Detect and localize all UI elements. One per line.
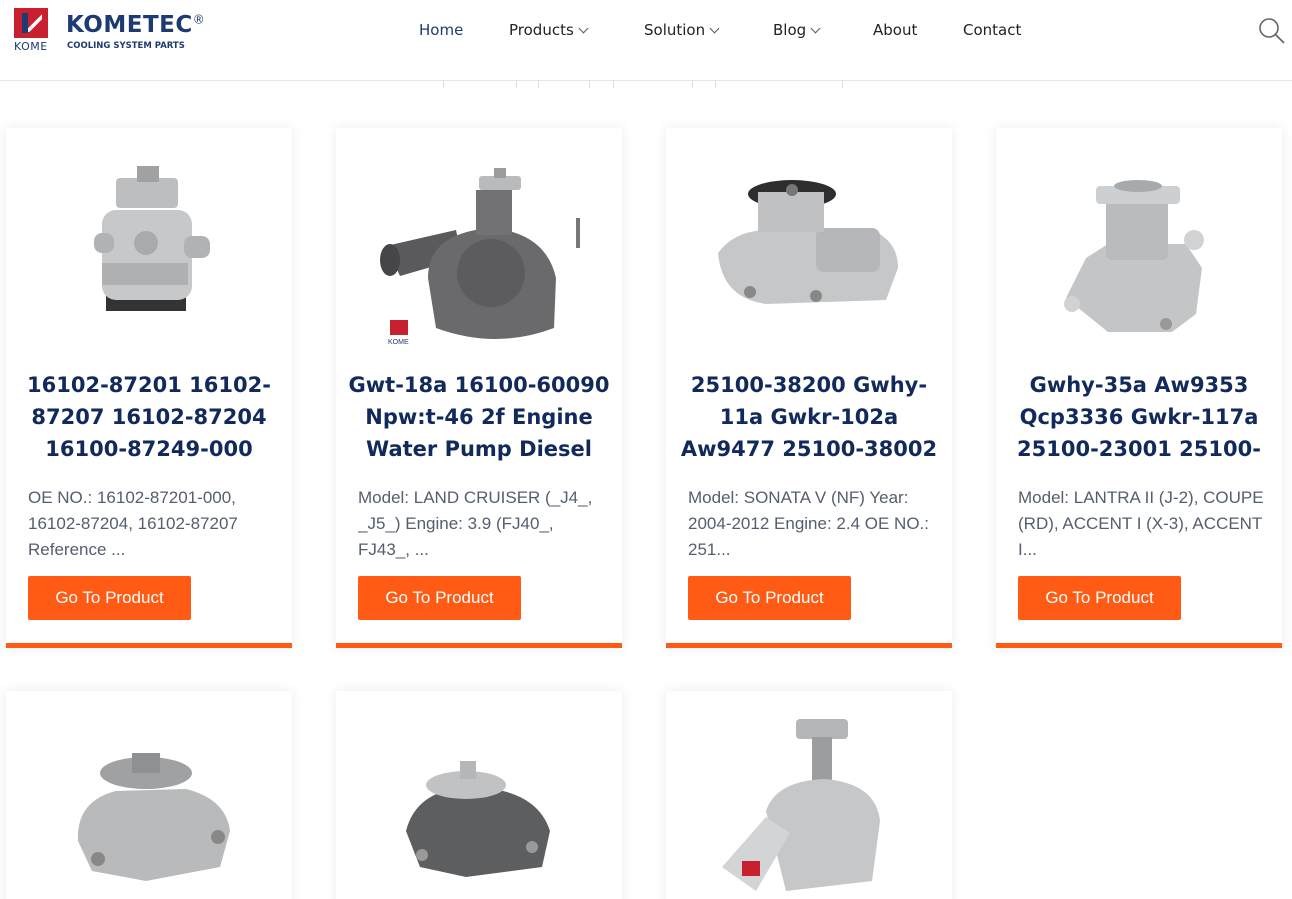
product-card: 16102-87201 16102-87207 16102-87204 1610… xyxy=(6,128,292,648)
product-image[interactable] xyxy=(6,691,292,899)
product-card xyxy=(6,691,292,899)
product-image[interactable] xyxy=(6,128,292,358)
product-description: OE NO.: 16102-87201-000, 16102-87204, 16… xyxy=(28,488,238,559)
nav-blog[interactable]: Blog xyxy=(773,21,821,39)
logo-brand-name: KOMETEC® xyxy=(66,12,206,38)
product-card: Gwhy-35a Aw9353 Qcp3336 Gwkr-117a 25100-… xyxy=(996,128,1282,648)
nav-contact[interactable]: Contact xyxy=(963,21,1021,39)
go-to-product-button[interactable]: Go To Product xyxy=(688,576,851,620)
product-card: 25100-38200 Gwhy-11a Gwkr-102a Aw9477 25… xyxy=(666,128,952,648)
product-title[interactable]: Gwt-18a 16100-60090 Npw:t-46 2f Engine W… xyxy=(348,369,610,465)
logo-mark-text: KOME xyxy=(14,40,48,53)
product-image[interactable] xyxy=(666,128,952,358)
product-image[interactable]: KOME xyxy=(336,128,622,358)
chevron-down-icon xyxy=(709,23,720,34)
product-image[interactable] xyxy=(666,691,952,899)
product-card xyxy=(336,691,622,899)
product-card xyxy=(666,691,952,899)
watermark-text: KOME xyxy=(388,339,409,346)
product-description: Model: LANTRA II (J-2), COUPE (RD), ACCE… xyxy=(1018,488,1264,559)
chevron-down-icon xyxy=(810,23,821,34)
nav-about[interactable]: About xyxy=(873,21,917,39)
product-title[interactable]: Gwhy-35a Aw9353 Qcp3336 Gwkr-117a 25100-… xyxy=(1008,369,1270,465)
go-to-product-button[interactable]: Go To Product xyxy=(28,576,191,620)
go-to-product-button[interactable]: Go To Product xyxy=(358,576,521,620)
product-image[interactable] xyxy=(996,128,1282,358)
nav-home[interactable]: Home xyxy=(419,21,463,39)
go-to-product-button[interactable]: Go To Product xyxy=(1018,576,1181,620)
product-card: KOME Gwt-18a 16100-60090 Npw:t-46 2f Eng… xyxy=(336,128,622,648)
site-header: KOME KOMETEC® COOLING SYSTEM PARTS Home … xyxy=(0,0,1292,81)
search-icon[interactable] xyxy=(1258,17,1286,45)
logo-mark-icon xyxy=(14,8,48,38)
logo-tagline: COOLING SYSTEM PARTS xyxy=(67,41,185,51)
nav-solution[interactable]: Solution xyxy=(644,21,720,39)
product-description: Model: SONATA V (NF) Year: 2004-2012 Eng… xyxy=(688,488,929,559)
product-title[interactable]: 25100-38200 Gwhy-11a Gwkr-102a Aw9477 25… xyxy=(678,369,940,465)
product-description: Model: LAND CRUISER (_J4_, _J5_) Engine:… xyxy=(358,488,593,559)
product-title[interactable]: 16102-87201 16102-87207 16102-87204 1610… xyxy=(18,369,280,465)
site-logo[interactable]: KOME KOMETEC® COOLING SYSTEM PARTS xyxy=(14,8,214,56)
product-image[interactable] xyxy=(336,691,622,899)
chevron-down-icon xyxy=(578,23,589,34)
nav-products[interactable]: Products xyxy=(509,21,589,39)
